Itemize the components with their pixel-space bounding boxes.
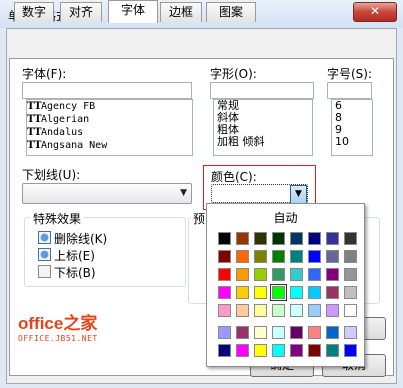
list-item[interactable]: TTAngsana New	[27, 139, 192, 152]
truetype-icon: TT	[27, 101, 42, 112]
color-swatch[interactable]	[254, 304, 267, 317]
font-list[interactable]: TTAgency FB TTAlgerian TTAndalus TTAngsa…	[26, 99, 193, 156]
tab-border[interactable]: 边框	[160, 2, 202, 22]
color-swatch[interactable]	[290, 268, 303, 281]
underline-label: 下划线(U):	[22, 168, 81, 182]
watermark-url: OFFICE.JB51.NET	[18, 334, 98, 343]
color-swatch[interactable]	[254, 286, 267, 299]
truetype-icon: TT	[27, 127, 42, 138]
color-swatch[interactable]	[218, 344, 231, 357]
watermark: office之家 OFFICE.JB51.NET	[18, 309, 98, 343]
color-swatch[interactable]	[272, 304, 285, 317]
color-swatch[interactable]	[326, 232, 339, 245]
color-swatch[interactable]	[236, 250, 249, 263]
underline-select[interactable]: ▼	[22, 183, 192, 204]
list-item[interactable]: TTAlgerian	[27, 113, 192, 126]
color-swatch[interactable]	[218, 268, 231, 281]
color-swatch[interactable]	[308, 232, 321, 245]
color-swatch[interactable]	[326, 326, 339, 339]
truetype-icon: TT	[27, 140, 42, 151]
chevron-down-icon: ▼	[180, 188, 187, 198]
tab-pattern[interactable]: 图案	[206, 2, 256, 22]
tab-number[interactable]: 数字	[14, 2, 54, 22]
color-label: 颜色(C):	[211, 170, 257, 184]
color-swatch[interactable]	[218, 304, 231, 317]
color-swatch[interactable]	[308, 268, 321, 281]
color-swatch[interactable]	[344, 304, 357, 317]
color-swatch[interactable]	[218, 232, 231, 245]
color-swatch[interactable]	[272, 232, 285, 245]
color-swatch[interactable]	[272, 344, 285, 357]
color-swatch[interactable]	[308, 326, 321, 339]
color-palette-popup: 自动	[206, 203, 365, 367]
color-swatch[interactable]	[344, 232, 357, 245]
automatic-color-option[interactable]: 自动	[207, 209, 364, 226]
color-swatch[interactable]	[326, 250, 339, 263]
watermark-logo: office之家	[18, 314, 98, 333]
color-swatch[interactable]	[290, 250, 303, 263]
color-swatch[interactable]	[308, 304, 321, 317]
color-swatch[interactable]	[272, 268, 285, 281]
color-swatch[interactable]	[344, 326, 357, 339]
color-swatch[interactable]	[270, 284, 287, 301]
font-input[interactable]	[22, 82, 192, 99]
strikethrough-label: 删除线(K)	[54, 232, 108, 246]
color-swatch[interactable]	[290, 232, 303, 245]
style-list[interactable]: 常规 斜体 粗体 加粗 倾斜	[213, 99, 313, 156]
size-input[interactable]	[327, 82, 372, 99]
color-swatch[interactable]	[290, 304, 303, 317]
color-swatch[interactable]	[326, 268, 339, 281]
color-swatch[interactable]	[254, 326, 267, 339]
truetype-icon: TT	[27, 114, 42, 125]
color-swatch[interactable]	[218, 250, 231, 263]
tab-alignment[interactable]: 对齐	[60, 2, 102, 22]
color-swatch[interactable]	[290, 344, 303, 357]
subscript-label: 下标(B)	[54, 266, 96, 280]
color-swatch[interactable]	[272, 326, 285, 339]
color-swatch[interactable]	[290, 286, 303, 299]
chevron-down-icon[interactable]: ▼	[290, 185, 307, 204]
color-swatch[interactable]	[254, 232, 267, 245]
color-swatch[interactable]	[236, 304, 249, 317]
color-select[interactable]: ▼	[211, 184, 308, 204]
size-label: 字号(S):	[327, 67, 373, 81]
color-swatch[interactable]	[326, 304, 339, 317]
list-item[interactable]: TTAndalus	[27, 126, 192, 139]
superscript-checkbox[interactable]	[38, 248, 51, 261]
strikethrough-checkbox[interactable]	[38, 231, 51, 244]
color-swatch[interactable]	[308, 286, 321, 299]
close-button[interactable]: ✕	[353, 2, 397, 22]
superscript-label: 上标(E)	[54, 249, 95, 263]
color-swatch[interactable]	[290, 326, 303, 339]
color-swatch[interactable]	[218, 326, 231, 339]
style-input[interactable]	[210, 82, 314, 99]
color-swatch[interactable]	[326, 286, 339, 299]
color-swatch[interactable]	[254, 250, 267, 263]
list-item[interactable]: 加粗 倾斜	[214, 136, 312, 148]
color-swatch[interactable]	[344, 286, 357, 299]
color-swatch[interactable]	[236, 232, 249, 245]
font-label: 字体(F):	[22, 67, 67, 81]
color-swatch[interactable]	[218, 286, 231, 299]
color-swatch[interactable]	[344, 268, 357, 281]
color-swatch[interactable]	[254, 268, 267, 281]
color-swatch[interactable]	[236, 344, 249, 357]
subscript-checkbox[interactable]	[38, 265, 51, 278]
color-swatch[interactable]	[344, 250, 357, 263]
color-swatch[interactable]	[344, 344, 357, 357]
color-swatch[interactable]	[272, 250, 285, 263]
tab-font[interactable]: 字体	[108, 0, 158, 23]
color-swatch[interactable]	[308, 344, 321, 357]
list-item[interactable]: 10	[332, 136, 372, 148]
size-list[interactable]: 6 8 9 10	[331, 99, 373, 156]
color-swatch[interactable]	[254, 344, 267, 357]
list-item[interactable]: TTAgency FB	[27, 100, 192, 113]
color-swatch[interactable]	[308, 250, 321, 263]
color-swatch[interactable]	[236, 286, 249, 299]
style-label: 字形(O):	[210, 67, 257, 81]
color-swatch[interactable]	[236, 268, 249, 281]
color-swatch[interactable]	[326, 344, 339, 357]
color-swatch[interactable]	[236, 326, 249, 339]
effects-label: 特殊效果	[30, 210, 85, 227]
